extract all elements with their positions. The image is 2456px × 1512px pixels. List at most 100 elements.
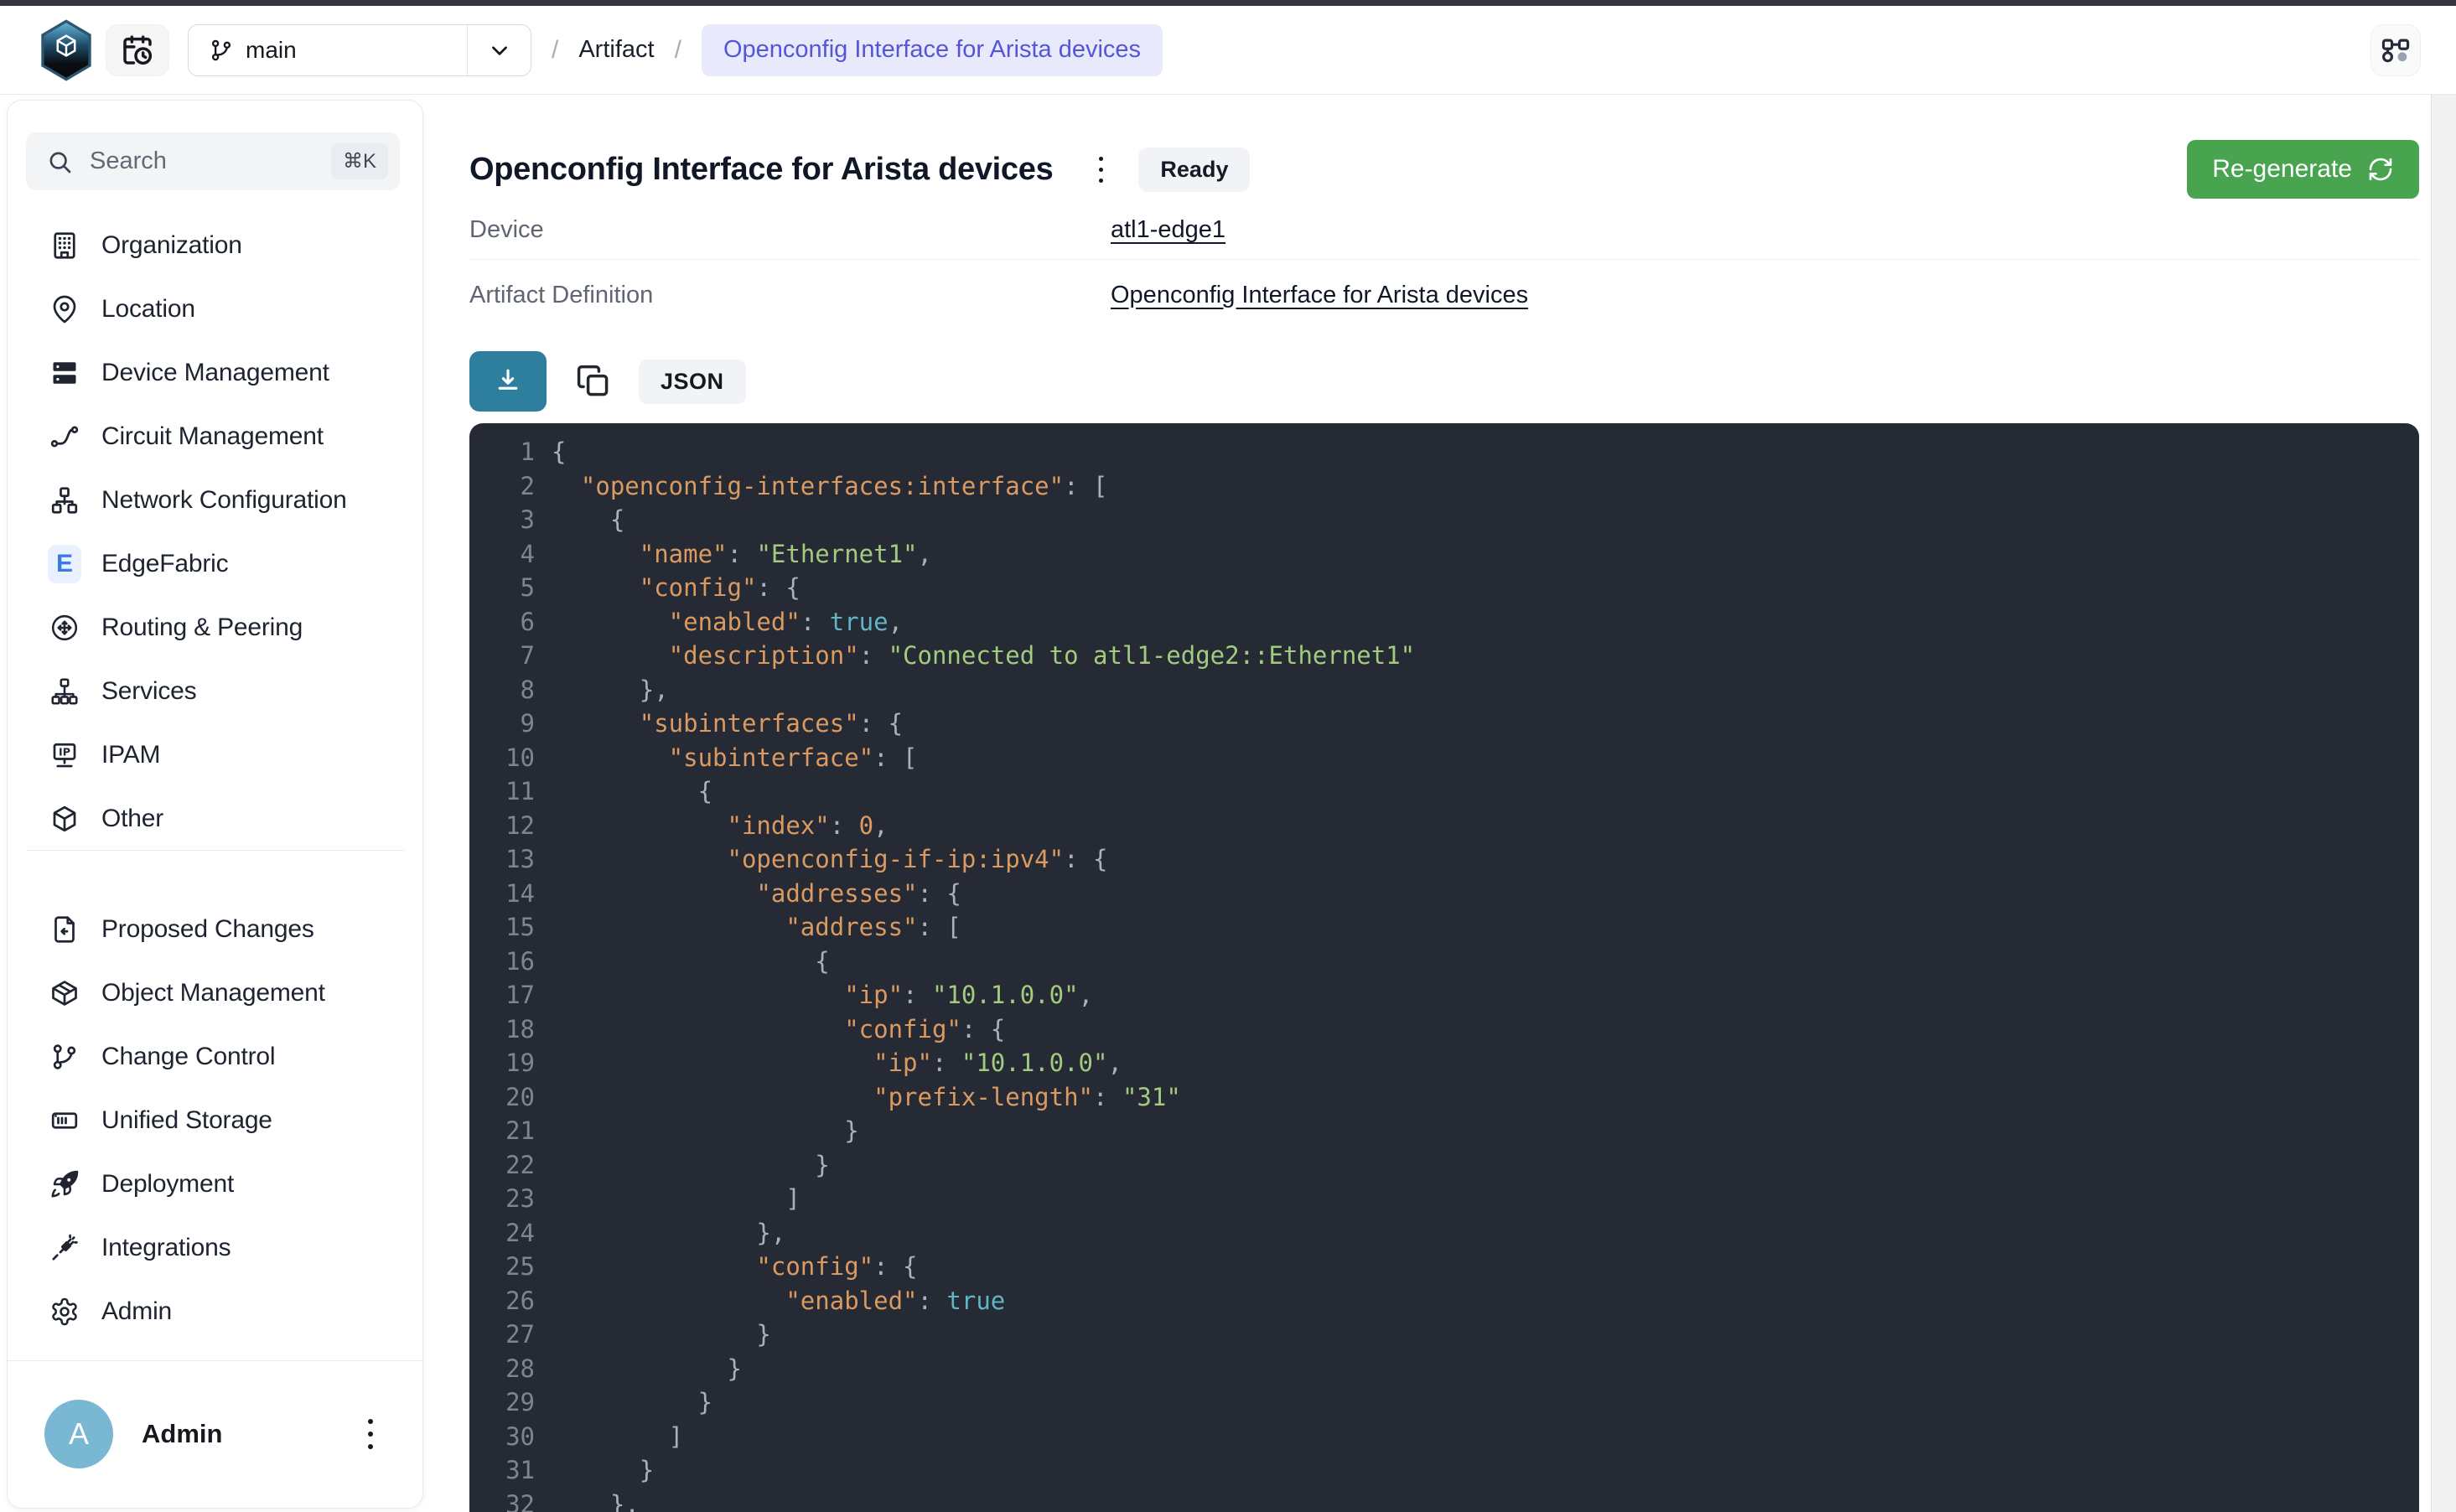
- code-line: 14 "addresses": {: [469, 877, 2419, 911]
- logo-hexagon-icon: [39, 19, 94, 81]
- code-line: 8 },: [469, 673, 2419, 707]
- code-block[interactable]: 1{2 "openconfig-interfaces:interface": […: [469, 423, 2419, 1512]
- code-line: 25 "config": {: [469, 1250, 2419, 1284]
- sidebar-item-label: Services: [101, 677, 196, 706]
- sidebar-item-label: Integrations: [101, 1234, 231, 1262]
- page-kebab-menu[interactable]: [1088, 150, 1113, 189]
- apps-grid-button[interactable]: [2371, 24, 2421, 76]
- code-line: 9 "subinterfaces": {: [469, 707, 2419, 741]
- regenerate-label: Re-generate: [2212, 155, 2352, 184]
- artifact-definition-link[interactable]: Openconfig Interface for Arista devices: [1111, 282, 1528, 309]
- branch-selector[interactable]: main: [188, 24, 531, 76]
- map-pin-icon: [48, 293, 81, 326]
- apps-grid-icon: [2380, 34, 2412, 66]
- sidebar-item-location[interactable]: Location: [8, 277, 422, 341]
- sitemap-icon: [48, 675, 81, 708]
- sidebar-item-label: Routing & Peering: [101, 614, 303, 642]
- sidebar-item-admin[interactable]: Admin: [8, 1280, 422, 1344]
- user-name: Admin: [142, 1419, 352, 1449]
- code-line: 18 "config": {: [469, 1012, 2419, 1047]
- code-line: 30 ]: [469, 1420, 2419, 1454]
- code-line: 23 ]: [469, 1182, 2419, 1216]
- artifact-toolbar: JSON: [469, 351, 746, 412]
- code-line: 3 {: [469, 503, 2419, 537]
- sidebar-item-device-management[interactable]: Device Management: [8, 341, 422, 405]
- code-line: 16 {: [469, 945, 2419, 979]
- gear-icon: [48, 1295, 81, 1328]
- calendar-clock-icon: [121, 34, 154, 67]
- copy-button[interactable]: [570, 358, 617, 405]
- plug-icon: [48, 1231, 81, 1265]
- user-kebab-menu[interactable]: [352, 1411, 389, 1458]
- field-label: Artifact Definition: [469, 282, 1111, 309]
- field-row-device: Device atl1-edge1: [469, 201, 2419, 260]
- regenerate-button[interactable]: Re-generate: [2187, 140, 2419, 199]
- sidebar-item-deployment[interactable]: Deployment: [8, 1152, 422, 1216]
- git-branch-icon: [48, 1040, 81, 1074]
- cube-icon: [48, 802, 81, 836]
- branch-selector-value: main: [189, 25, 467, 75]
- sidebar-item-ipam[interactable]: IP IPAM: [8, 723, 422, 787]
- page-title: Openconfig Interface for Arista devices: [469, 152, 1053, 188]
- field-label: Device: [469, 216, 1111, 244]
- window-top-strip: [0, 0, 2456, 6]
- refresh-icon: [2367, 156, 2394, 183]
- page-scrollbar[interactable]: [2431, 95, 2456, 1512]
- sidebar: Search ⌘K Organization Location: [7, 100, 423, 1509]
- download-icon: [493, 366, 523, 396]
- code-line: 28 }: [469, 1352, 2419, 1386]
- code-line: 32 },: [469, 1488, 2419, 1512]
- breadcrumb-section[interactable]: Artifact: [578, 36, 654, 64]
- sidebar-item-label: Other: [101, 805, 163, 833]
- breadcrumb-current[interactable]: Openconfig Interface for Arista devices: [702, 24, 1163, 76]
- sidebar-item-label: Organization: [101, 231, 242, 260]
- sidebar-item-unified-storage[interactable]: Unified Storage: [8, 1089, 422, 1152]
- detail-fields: Device atl1-edge1 Artifact Definition Op…: [469, 201, 2419, 330]
- sidebar-item-routing-peering[interactable]: Routing & Peering: [8, 596, 422, 660]
- download-button[interactable]: [469, 351, 547, 412]
- sidebar-item-integrations[interactable]: Integrations: [8, 1216, 422, 1280]
- sidebar-divider: [26, 850, 404, 851]
- user-menu[interactable]: A Admin: [8, 1360, 422, 1508]
- sidebar-item-label: Admin: [101, 1297, 172, 1326]
- code-line: 1{: [469, 435, 2419, 469]
- ip-monitor-icon: IP: [48, 738, 81, 772]
- sidebar-item-network-configuration[interactable]: Network Configuration: [8, 469, 422, 532]
- sidebar-item-organization[interactable]: Organization: [8, 214, 422, 277]
- code-block-lines: 1{2 "openconfig-interfaces:interface": […: [469, 435, 2419, 1512]
- code-line: 10 "subinterface": [: [469, 741, 2419, 775]
- storage-icon: [48, 1104, 81, 1137]
- sidebar-item-label: EdgeFabric: [101, 550, 228, 578]
- sidebar-item-edgefabric[interactable]: E EdgeFabric: [8, 532, 422, 596]
- file-arrow-icon: [48, 913, 81, 946]
- code-line: 17 "ip": "10.1.0.0",: [469, 978, 2419, 1012]
- sidebar-item-label: Deployment: [101, 1170, 234, 1199]
- sidebar-item-label: Proposed Changes: [101, 915, 314, 944]
- sidebar-item-change-control[interactable]: Change Control: [8, 1025, 422, 1089]
- sidebar-item-label: Object Management: [101, 979, 325, 1007]
- code-line: 7 "description": "Connected to atl1-edge…: [469, 639, 2419, 673]
- code-line: 12 "index": 0,: [469, 809, 2419, 843]
- app-logo[interactable]: [39, 19, 94, 81]
- sidebar-item-circuit-management[interactable]: Circuit Management: [8, 405, 422, 469]
- field-row-artifact-definition: Artifact Definition Openconfig Interface…: [469, 260, 2419, 330]
- calendar-clock-button[interactable]: [106, 24, 169, 76]
- sidebar-item-services[interactable]: Services: [8, 660, 422, 723]
- sidebar-item-label: Location: [101, 295, 195, 324]
- sidebar-nav-primary: Organization Location Device Management: [8, 214, 422, 851]
- branch-selector-toggle[interactable]: [467, 25, 531, 75]
- copy-icon: [575, 363, 612, 400]
- search-shortcut-badge: ⌘K: [331, 143, 388, 179]
- sidebar-item-proposed-changes[interactable]: Proposed Changes: [8, 898, 422, 961]
- code-line: 24 },: [469, 1216, 2419, 1251]
- sidebar-item-other[interactable]: Other: [8, 787, 422, 851]
- search-input[interactable]: Search ⌘K: [26, 132, 400, 190]
- breadcrumb-separator: /: [675, 36, 681, 65]
- edgefabric-tile: E: [48, 547, 81, 581]
- sidebar-item-object-management[interactable]: Object Management: [8, 961, 422, 1025]
- device-link[interactable]: atl1-edge1: [1111, 216, 1225, 244]
- branch-name: main: [246, 37, 297, 64]
- code-line: 21 }: [469, 1114, 2419, 1148]
- breadcrumb-separator: /: [552, 36, 558, 65]
- git-branch-icon: [209, 38, 234, 63]
